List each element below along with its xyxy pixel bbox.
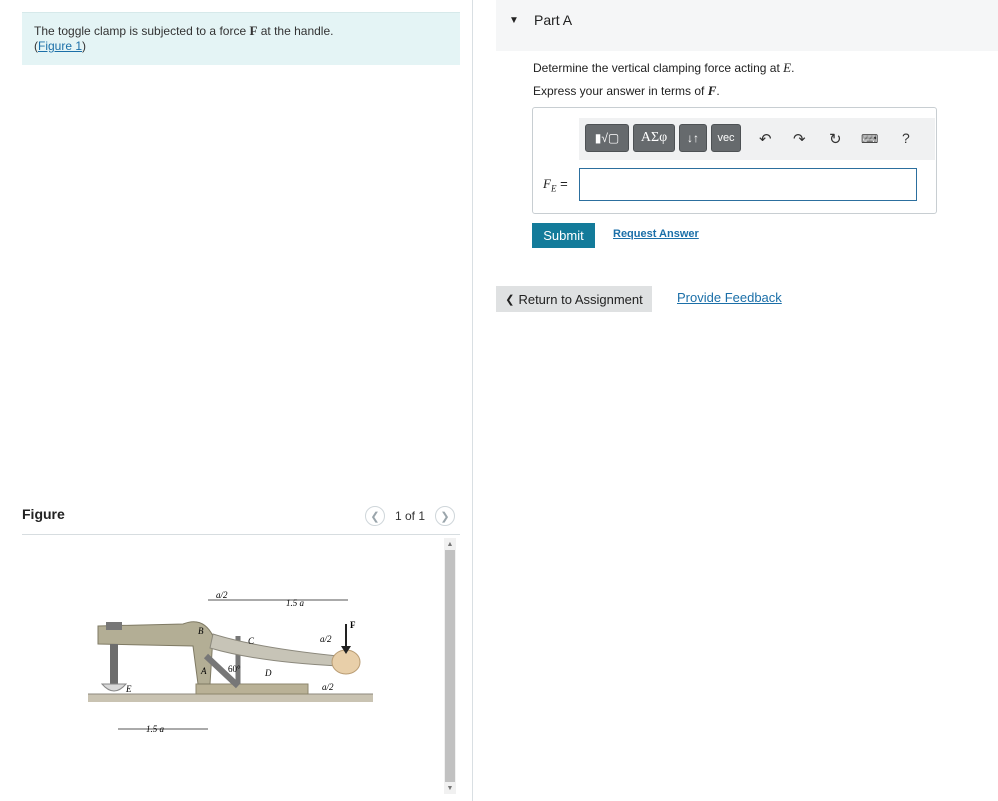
- problem-statement-box: The toggle clamp is subjected to a force…: [22, 12, 460, 65]
- chevron-left-icon[interactable]: ❮: [365, 506, 385, 526]
- label-angle: 60°: [228, 664, 241, 674]
- label-1-5a-top: 1.5 a: [286, 598, 305, 608]
- label-a-half-top: a/2: [216, 590, 228, 600]
- answer-box: ▮√▢ ΑΣφ ↓↑ vec ↶ ↷ ↻ ⌨ ? FE =: [532, 107, 937, 214]
- label-1-5a-bottom: 1.5 a: [146, 724, 165, 734]
- clamp-screw: [110, 644, 118, 684]
- instruction-text: Express your answer in terms of F.: [533, 83, 720, 99]
- greek-symbols-button[interactable]: ΑΣφ: [633, 124, 675, 152]
- ground-hatch: [88, 694, 373, 702]
- label-A: A: [200, 666, 207, 676]
- scroll-down-arrow-icon[interactable]: ▼: [444, 782, 456, 794]
- figure-1-link[interactable]: Figure 1: [38, 39, 82, 53]
- question-point: E: [783, 60, 792, 75]
- label-F: F: [350, 620, 356, 630]
- base-plate: [195, 683, 309, 695]
- paren-close: ): [82, 39, 87, 53]
- chevron-right-icon[interactable]: ❯: [435, 506, 456, 526]
- question-end: .: [791, 61, 795, 75]
- label-a-half-right-1: a/2: [320, 634, 332, 644]
- scroll-up-arrow-icon[interactable]: ▲: [444, 538, 456, 550]
- scroll-thumb[interactable]: [445, 550, 455, 782]
- toggle-clamp-figure: a/2 1.5 a B C A 60° D E F a/2 a/2 1.5 a: [88, 590, 373, 734]
- figure-link-line: (Figure 1): [34, 39, 86, 53]
- keyboard-icon[interactable]: ⌨: [861, 132, 878, 146]
- part-title: Part A: [534, 12, 573, 28]
- problem-text-start: The toggle clamp is subjected to a force: [34, 24, 250, 38]
- label-C: C: [248, 636, 255, 646]
- vec-button[interactable]: vec: [711, 124, 741, 152]
- return-to-assignment-button[interactable]: ❮ Return to Assignment: [496, 286, 652, 312]
- label-E: E: [125, 684, 132, 694]
- figure-divider: [22, 534, 460, 535]
- label-a-half-right-2: a/2: [322, 682, 334, 692]
- figure-title: Figure: [22, 506, 65, 522]
- arrows-button[interactable]: ↓↑: [679, 124, 707, 152]
- clamp-pad: [100, 683, 128, 692]
- answer-label-var: F: [543, 176, 551, 191]
- caret-down-icon[interactable]: ▼: [509, 15, 519, 26]
- answer-input[interactable]: [579, 168, 917, 201]
- request-answer-link[interactable]: Request Answer: [613, 228, 699, 240]
- math-toolbar: ▮√▢ ΑΣφ ↓↑ vec ↶ ↷ ↻ ⌨ ?: [579, 118, 935, 160]
- instruction-end: .: [716, 84, 720, 98]
- return-label: Return to Assignment: [518, 291, 643, 307]
- redo-icon[interactable]: ↷: [793, 130, 806, 148]
- pane-divider: [472, 0, 473, 801]
- figure-scrollbar[interactable]: ▲ ▼: [444, 538, 456, 794]
- question-body: Determine the vertical clamping force ac…: [533, 61, 784, 75]
- undo-icon[interactable]: ↶: [759, 130, 772, 148]
- screw-head: [106, 622, 122, 630]
- help-button[interactable]: ?: [902, 130, 910, 146]
- chevron-left-icon: ❮: [505, 293, 515, 306]
- problem-text-end: at the handle.: [257, 24, 334, 38]
- templates-button[interactable]: ▮√▢: [585, 124, 629, 152]
- label-B: B: [198, 626, 204, 636]
- reset-icon[interactable]: ↻: [829, 130, 842, 148]
- instruction-body: Express your answer in terms of: [533, 84, 708, 98]
- clamp-handle: [209, 633, 339, 667]
- submit-button[interactable]: Submit: [532, 223, 595, 248]
- figure-pager: ❮ 1 of 1 ❯: [365, 506, 456, 526]
- answer-label: FE =: [543, 176, 568, 194]
- question-text: Determine the vertical clamping force ac…: [533, 60, 794, 76]
- label-D: D: [264, 668, 272, 678]
- problem-text: The toggle clamp is subjected to a force…: [34, 23, 333, 39]
- provide-feedback-link[interactable]: Provide Feedback: [677, 290, 782, 305]
- part-a-header[interactable]: ▼ Part A: [496, 0, 998, 51]
- answer-label-eq: =: [556, 176, 568, 191]
- pager-text: 1 of 1: [395, 509, 426, 523]
